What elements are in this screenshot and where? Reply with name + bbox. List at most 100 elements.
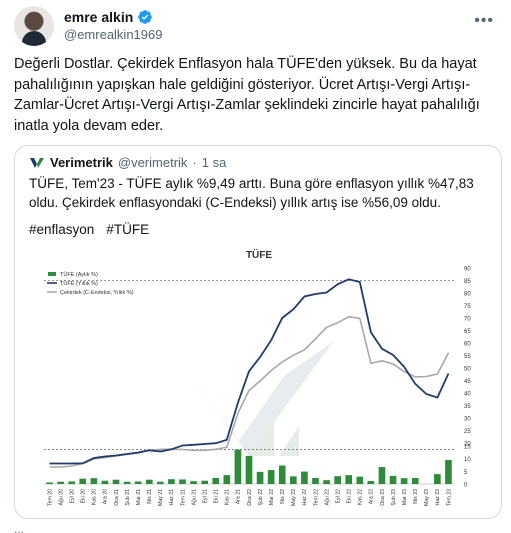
- monthly-cpi-bar: [101, 480, 109, 484]
- monthly-cpi-bar: [278, 465, 286, 484]
- legend-label: TÜFE (Yıllık %): [60, 280, 98, 287]
- quoted-timestamp[interactable]: 1 sa: [202, 155, 227, 170]
- y-tick-label: 45: [464, 379, 471, 385]
- separator-dot: ·: [192, 155, 197, 170]
- avatar[interactable]: [14, 6, 54, 46]
- author-name[interactable]: emre alkin: [64, 9, 133, 25]
- monthly-cpi-bar: [46, 482, 53, 484]
- monthly-cpi-bar: [367, 480, 375, 484]
- monthly-cpi-bar: [212, 477, 220, 484]
- verified-badge-icon: [138, 10, 153, 24]
- tweet-header: emre alkin @emrealkin1969 •••: [14, 6, 502, 46]
- monthly-cpi-bar: [323, 480, 330, 484]
- monthly-cpi-bar: [68, 481, 76, 484]
- y-tick-label: 90: [464, 267, 471, 273]
- hashtag[interactable]: #enflasyon: [29, 222, 94, 237]
- monthly-cpi-bar: [334, 476, 341, 484]
- x-tick-label: Ağu 22: [324, 489, 330, 506]
- monthly-cpi-bar: [245, 455, 253, 484]
- x-tick-label: Eki 20: [81, 489, 87, 504]
- monthly-cpi-bar: [312, 477, 319, 484]
- y-tick-label: 10: [464, 457, 471, 463]
- legend-label: Çekirdek (C-Endeksi, Yıllık %): [60, 290, 134, 296]
- x-tick-label: Ara 20: [103, 489, 109, 504]
- y-tick-label: 75: [464, 304, 471, 310]
- monthly-cpi-bar: [290, 476, 297, 484]
- x-tick-label: Kas 21: [225, 489, 231, 505]
- monthly-cpi-bar: [400, 478, 408, 484]
- monthly-cpi-bar: [256, 471, 264, 484]
- quoted-tweet[interactable]: Verimetrik @verimetrik · 1 sa TÜFE, Tem'…: [14, 145, 502, 519]
- x-tick-label: Nis 21: [147, 489, 153, 504]
- legend-label: TÜFE (Aylık %): [60, 271, 98, 278]
- truncation-dots: ...: [14, 522, 25, 533]
- quoted-author-name[interactable]: Verimetrik: [50, 155, 113, 170]
- y-tick-label: 50: [464, 367, 471, 373]
- y-tick-label: 30: [464, 417, 471, 423]
- monthly-cpi-bar: [145, 479, 153, 484]
- monthly-cpi-bar: [179, 479, 186, 484]
- author-name-row: emre alkin: [64, 9, 153, 25]
- x-tick-label: May 23: [424, 489, 430, 506]
- monthly-cpi-bar: [267, 470, 275, 484]
- y-tick-label: 35: [464, 404, 471, 410]
- x-tick-label: Oca 21: [114, 489, 120, 506]
- y-tick-label: 60: [464, 342, 471, 348]
- monthly-cpi-bar: [134, 481, 142, 484]
- more-options-icon[interactable]: •••: [474, 12, 494, 30]
- author-handle[interactable]: @emrealkin1969: [64, 27, 162, 42]
- x-tick-label: May 21: [158, 489, 164, 506]
- x-tick-label: Haz 22: [302, 489, 308, 506]
- x-tick-label: Haz 21: [169, 489, 175, 506]
- monthly-cpi-bar: [157, 481, 164, 484]
- x-tick-label: Şub 22: [258, 489, 264, 506]
- y-tick-label: 0: [464, 483, 468, 489]
- y-tick-label: 15: [464, 445, 471, 451]
- x-tick-label: Eki 22: [347, 489, 353, 504]
- monthly-cpi-bar: [434, 474, 441, 484]
- x-tick-label: Kas 20: [92, 489, 98, 505]
- y-tick-label: 40: [464, 392, 471, 398]
- y-tick-label: 65: [464, 329, 471, 335]
- quoted-tweet-header: Verimetrik @verimetrik · 1 sa: [29, 155, 226, 170]
- x-tick-label: Mar 22: [269, 489, 275, 505]
- x-tick-label: Nis 22: [280, 489, 286, 504]
- x-tick-label: Nis 23: [413, 489, 419, 504]
- monthly-cpi-bar: [112, 479, 120, 484]
- verimetrik-logo-icon[interactable]: [29, 156, 45, 170]
- x-tick-label: Eki 21: [214, 489, 220, 504]
- monthly-cpi-bar: [190, 481, 197, 484]
- x-tick-label: Tem 20: [47, 489, 53, 506]
- monthly-cpi-bar: [378, 467, 386, 484]
- monthly-cpi-bar: [90, 478, 98, 484]
- y-tick-label: 70: [464, 317, 471, 323]
- legend-swatch: [48, 272, 56, 276]
- x-tick-label: Haz 23: [435, 489, 441, 506]
- quoted-author-handle[interactable]: @verimetrik: [118, 155, 188, 170]
- x-tick-label: Eyl 20: [70, 489, 76, 504]
- x-tick-label: Mar 21: [136, 489, 142, 505]
- monthly-cpi-bar: [201, 480, 208, 484]
- inflation-chart: TÜFE 90 85 80 75 70 65 60 55 50 45 40 35 30 25 20 15 10 5 0…: [34, 246, 484, 514]
- monthly-cpi-bar: [223, 475, 231, 484]
- monthly-cpi-bar: [389, 475, 397, 484]
- monthly-cpi-bar: [345, 475, 353, 484]
- chart-title: TÜFE: [246, 248, 272, 261]
- hashtag-row: #enflasyon #TÜFE: [29, 222, 149, 237]
- monthly-cpi-bar: [234, 449, 242, 484]
- y-tick-label: 25: [464, 429, 471, 435]
- x-tick-label: Ağu 21: [191, 489, 197, 506]
- y-tick-label: 5: [464, 470, 468, 476]
- monthly-cpi-bar: [411, 477, 419, 484]
- x-tick-label: Kas 22: [358, 489, 364, 505]
- quoted-text: TÜFE, Tem'23 - TÜFE aylık %9,49 arttı. B…: [29, 176, 474, 210]
- x-tick-label: Ara 22: [369, 489, 375, 504]
- chart-svg: TÜFE908580757065605550454035302520151050…: [44, 248, 471, 506]
- x-tick-label: Ara 21: [236, 489, 242, 504]
- hashtag[interactable]: #TÜFE: [106, 222, 149, 237]
- monthly-cpi-bar: [57, 481, 64, 484]
- y-tick-label: 55: [464, 354, 471, 360]
- monthly-cpi-bar: [356, 476, 364, 484]
- x-tick-label: Tem 22: [313, 489, 319, 506]
- x-tick-label: Şub 23: [391, 489, 397, 506]
